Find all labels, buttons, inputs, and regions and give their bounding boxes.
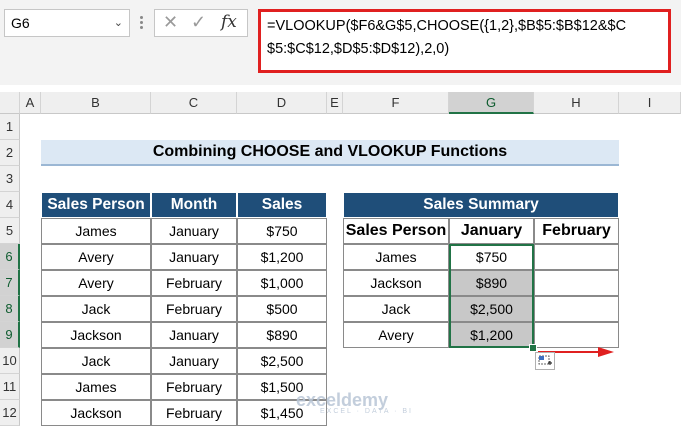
left-table-cell[interactable]: February xyxy=(151,400,237,426)
left-table-cell[interactable]: James xyxy=(41,218,151,244)
summary-header[interactable]: January xyxy=(449,218,534,244)
column-header-c[interactable]: C xyxy=(151,92,237,114)
summary-cell[interactable]: James xyxy=(343,244,449,270)
formula-buttons: ✕ ✓ fx xyxy=(154,9,248,37)
column-header-e[interactable]: E xyxy=(327,92,343,114)
left-table-cell[interactable]: February xyxy=(151,374,237,400)
name-box[interactable]: G6 ⌄ xyxy=(4,9,130,37)
summary-cell[interactable]: $2,500 xyxy=(449,296,534,322)
row-header-2[interactable]: 2 xyxy=(0,140,20,166)
left-table-header[interactable]: Sales xyxy=(237,192,327,218)
name-box-value: G6 xyxy=(11,15,30,31)
formula-bar-area: G6 ⌄ ✕ ✓ fx =VLOOKUP($F6&G$5,CHOOSE({1,2… xyxy=(0,0,681,85)
column-header-f[interactable]: F xyxy=(343,92,449,114)
summary-cell[interactable]: $750 xyxy=(449,244,534,270)
row-header-6[interactable]: 6 xyxy=(0,244,20,270)
left-table-cell[interactable]: Avery xyxy=(41,270,151,296)
row-header-7[interactable]: 7 xyxy=(0,270,20,296)
cancel-icon[interactable]: ✕ xyxy=(163,12,178,33)
left-table-cell[interactable]: February xyxy=(151,270,237,296)
summary-header[interactable]: Sales Person xyxy=(343,218,449,244)
summary-title[interactable]: Sales Summary xyxy=(343,192,619,218)
row-header-9[interactable]: 9 xyxy=(0,322,20,348)
left-table-cell[interactable]: February xyxy=(151,296,237,322)
row-header-5[interactable]: 5 xyxy=(0,218,20,244)
summary-header[interactable]: February xyxy=(534,218,619,244)
summary-cell[interactable] xyxy=(534,244,619,270)
sheet-title: Combining CHOOSE and VLOOKUP Functions xyxy=(41,140,619,166)
left-table-header[interactable]: Month xyxy=(151,192,237,218)
column-header-g[interactable]: G xyxy=(449,92,534,114)
left-table-cell[interactable]: Jackson xyxy=(41,322,151,348)
row-header-3[interactable]: 3 xyxy=(0,166,20,192)
watermark-tagline: EXCEL · DATA · BI xyxy=(320,408,413,415)
column-header-i[interactable]: I xyxy=(619,92,681,114)
left-table-cell[interactable]: Jack xyxy=(41,296,151,322)
formula-input[interactable]: =VLOOKUP($F6&G$5,CHOOSE({1,2},$B$5:$B$12… xyxy=(258,9,671,73)
row-header-11[interactable]: 11 xyxy=(0,374,20,400)
summary-cell[interactable]: Avery xyxy=(343,322,449,348)
row-header-8[interactable]: 8 xyxy=(0,296,20,322)
column-header-d[interactable]: D xyxy=(237,92,327,114)
left-table-cell[interactable]: January xyxy=(151,244,237,270)
left-table-cell[interactable]: Avery xyxy=(41,244,151,270)
column-header-a[interactable]: A xyxy=(20,92,41,114)
summary-cell[interactable]: Jack xyxy=(343,296,449,322)
summary-cell[interactable]: $890 xyxy=(449,270,534,296)
enter-icon[interactable]: ✓ xyxy=(191,12,206,33)
left-table-cell[interactable]: Jackson xyxy=(41,400,151,426)
left-table-cell[interactable]: January xyxy=(151,348,237,374)
summary-cell[interactable]: $1,200 xyxy=(449,322,534,348)
row-header-12[interactable]: 12 xyxy=(0,400,20,426)
left-table-cell[interactable]: $2,500 xyxy=(237,348,327,374)
drag-handle-icon[interactable] xyxy=(140,14,144,34)
select-all-corner[interactable] xyxy=(0,92,20,114)
left-table-cell[interactable]: January xyxy=(151,218,237,244)
quick-analysis-icon[interactable] xyxy=(535,352,555,370)
left-table-cell[interactable]: James xyxy=(41,374,151,400)
left-table-cell[interactable]: $750 xyxy=(237,218,327,244)
watermark-name: exceldemy xyxy=(296,390,389,410)
left-table-cell[interactable]: $1,000 xyxy=(237,270,327,296)
left-table-cell[interactable]: Jack xyxy=(41,348,151,374)
column-header-h[interactable]: H xyxy=(534,92,619,114)
insert-function-icon[interactable]: fx xyxy=(221,12,237,32)
left-table-cell[interactable]: $500 xyxy=(237,296,327,322)
chevron-down-icon[interactable]: ⌄ xyxy=(114,10,123,36)
summary-cell[interactable]: Jackson xyxy=(343,270,449,296)
column-header-b[interactable]: B xyxy=(41,92,151,114)
summary-cell[interactable] xyxy=(534,296,619,322)
summary-cell[interactable] xyxy=(534,270,619,296)
row-header-1[interactable]: 1 xyxy=(0,114,20,140)
left-table-cell[interactable]: $890 xyxy=(237,322,327,348)
row-header-4[interactable]: 4 xyxy=(0,192,20,218)
left-table-cell[interactable]: $1,200 xyxy=(237,244,327,270)
left-table-header[interactable]: Sales Person xyxy=(41,192,151,218)
watermark: exceldemy EXCEL · DATA · BI xyxy=(296,390,413,415)
left-table-cell[interactable]: January xyxy=(151,322,237,348)
row-header-10[interactable]: 10 xyxy=(0,348,20,374)
